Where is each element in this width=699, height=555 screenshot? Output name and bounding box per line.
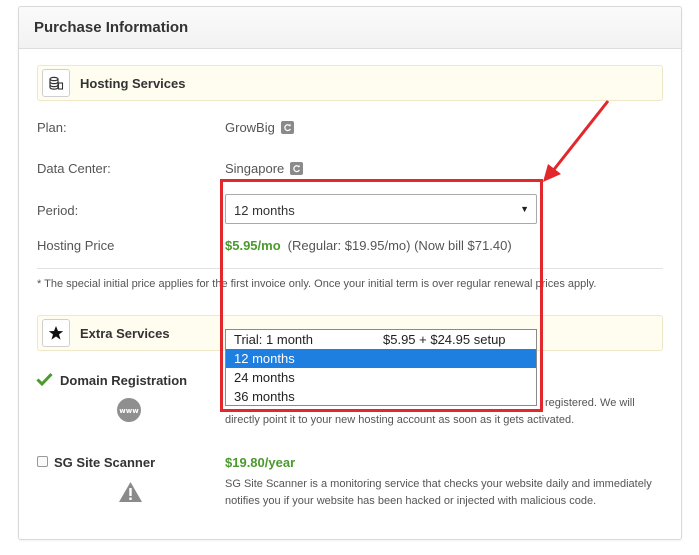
site-scanner-description: SG Site Scanner is a monitoring service …	[225, 476, 652, 510]
period-option-24-months[interactable]: 24 months	[226, 368, 536, 387]
data-center-label: Data Center:	[37, 161, 111, 176]
domain-registration-title: Domain Registration	[60, 373, 188, 388]
period-option-extra: $5.95 + $24.95 setup	[383, 332, 506, 347]
period-option-label: 36 months	[234, 389, 295, 404]
period-option-label: Trial: 1 month	[234, 332, 313, 347]
period-label: Period:	[37, 203, 79, 218]
site-scanner-description-line2: notifies you if your website has been ha…	[225, 495, 597, 507]
data-center-value: Singapore	[225, 161, 285, 176]
section-divider	[37, 268, 663, 269]
www-globe-icon: www	[117, 398, 141, 422]
data-center-value-row: Singapore	[225, 161, 304, 176]
period-select[interactable]: 12 months ▼	[225, 194, 537, 224]
plan-value: GrowBig	[225, 120, 275, 135]
domain-check-icon	[36, 372, 53, 389]
change-data-center-icon[interactable]	[290, 162, 304, 175]
site-scanner-description-line1: SG Site Scanner is a monitoring service …	[225, 478, 652, 490]
pricing-note: * The special initial price applies for …	[37, 278, 597, 290]
hosting-price-row: $5.95/mo (Regular: $19.95/mo) (Now bill …	[225, 238, 512, 253]
site-scanner-checkbox[interactable]	[37, 456, 48, 467]
plan-value-row: GrowBig	[225, 120, 294, 135]
database-stack-icon	[42, 69, 70, 97]
panel-title: Purchase Information	[34, 19, 189, 36]
dropdown-arrow-icon: ▼	[520, 204, 529, 214]
period-option-12-months[interactable]: 12 months	[226, 349, 536, 368]
star-icon	[42, 319, 70, 347]
change-plan-icon[interactable]	[280, 121, 294, 134]
hosting-services-header: Hosting Services	[37, 65, 663, 101]
period-option-label: 24 months	[234, 370, 295, 385]
svg-text:www: www	[119, 407, 139, 415]
panel-header: Purchase Information	[19, 7, 681, 49]
hosting-price-details: (Regular: $19.95/mo) (Now bill $71.40)	[287, 238, 512, 253]
period-option-label: 12 months	[234, 351, 295, 366]
plan-label: Plan:	[37, 120, 67, 135]
hosting-services-title: Hosting Services	[80, 76, 186, 91]
hosting-price-label: Hosting Price	[37, 238, 115, 253]
site-scanner-price: $19.80/year	[225, 455, 296, 470]
period-selected-value: 12 months	[234, 203, 295, 218]
period-dropdown-list[interactable]: Trial: 1 month $5.95 + $24.95 setup 12 m…	[225, 329, 537, 406]
domain-description-line2: directly point it to your new hosting ac…	[225, 414, 575, 426]
extra-services-title: Extra Services	[80, 326, 170, 341]
site-scanner-title: SG Site Scanner	[54, 455, 156, 470]
period-option-trial[interactable]: Trial: 1 month $5.95 + $24.95 setup	[226, 330, 536, 349]
warning-triangle-icon	[118, 481, 143, 506]
period-option-36-months[interactable]: 36 months	[226, 387, 536, 406]
hosting-price-amount: $5.95/mo	[225, 238, 281, 253]
purchase-information-panel: Purchase Information Hosting Services Pl…	[18, 6, 682, 540]
